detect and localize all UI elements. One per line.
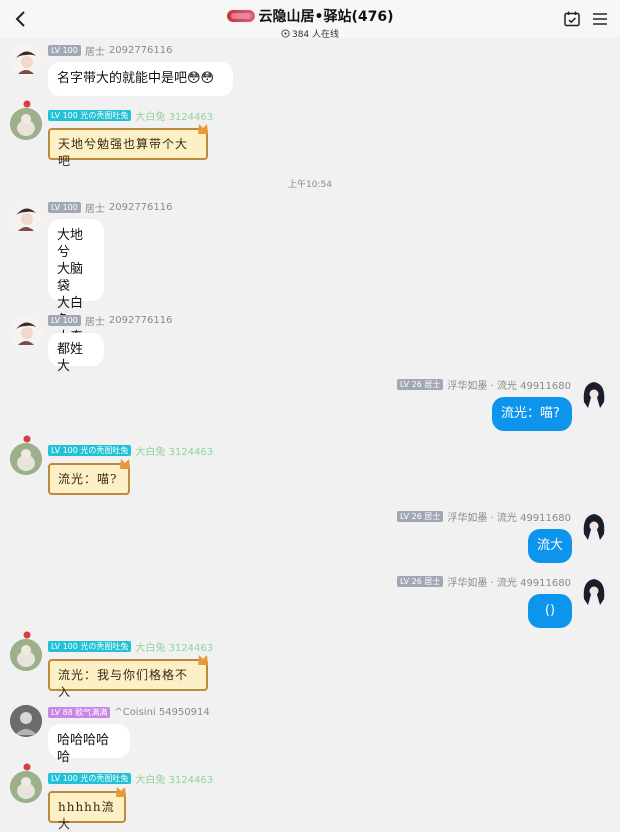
sender-name[interactable]: 2092776116 bbox=[109, 202, 173, 213]
level-badge: LV 100 光の秃图吐兔 bbox=[48, 109, 132, 121]
message-meta: LV 100 光の秃图吐兔 大白兔 3124463 bbox=[48, 639, 213, 654]
message-meta: LV 100 居士 2092776116 bbox=[48, 201, 173, 215]
message-meta: LV 26 居士 浮华如墨 · 流光 49911680 bbox=[397, 377, 571, 392]
avatar[interactable] bbox=[10, 108, 42, 140]
message-meta: LV 88 欧气满满 ^Coisini 54950914 bbox=[48, 706, 210, 718]
avatar[interactable] bbox=[578, 510, 610, 542]
avatar[interactable] bbox=[10, 705, 42, 737]
sender-name[interactable]: 大白兔 3124463 bbox=[135, 443, 213, 458]
level-badge: LV 26 居士 bbox=[397, 378, 444, 390]
avatar[interactable] bbox=[10, 44, 42, 76]
avatar[interactable] bbox=[10, 639, 42, 671]
message-text: 流光：喵? bbox=[58, 472, 118, 486]
avatar[interactable] bbox=[578, 378, 610, 410]
cat-ears-icon bbox=[198, 124, 208, 134]
level-badge: LV 100 bbox=[48, 314, 81, 326]
message-text: hhhhh流大 bbox=[58, 800, 115, 831]
message-bubble[interactable]: 流光：喵? bbox=[492, 397, 572, 431]
time-separator: 上午10:54 bbox=[288, 180, 332, 190]
sender-name[interactable]: 2092776116 bbox=[109, 315, 173, 326]
flower-badge-icon bbox=[23, 631, 31, 639]
sender-name[interactable]: ^Coisini 54950914 bbox=[114, 707, 209, 718]
online-count-text: 384 人在线 bbox=[291, 30, 340, 40]
message-bubble[interactable]: 都姓大 bbox=[48, 333, 104, 374]
cat-ears-icon bbox=[116, 787, 126, 797]
flower-badge-icon bbox=[23, 763, 31, 771]
level-badge: LV 26 居士 bbox=[397, 575, 444, 587]
message-text: 流光：我与你们格格不入 bbox=[58, 668, 189, 699]
flower-badge-icon bbox=[23, 100, 31, 108]
cat-ears-icon bbox=[198, 655, 208, 665]
title-area: 云隐山居•驿站(476) 384 人在线 bbox=[0, 6, 620, 40]
message-bubble[interactable]: () bbox=[528, 594, 572, 628]
sender-name[interactable]: 浮华如墨 · 流光 49911680 bbox=[447, 377, 571, 392]
online-status-icon bbox=[281, 29, 290, 38]
sender-name[interactable]: 大白兔 3124463 bbox=[135, 108, 213, 123]
level-badge: LV 100 光の秃图吐兔 bbox=[48, 772, 132, 784]
level-badge: LV 88 欧气满满 bbox=[48, 706, 111, 718]
scroll-message-bubble[interactable]: 天地兮勉强也算带个大吧 bbox=[48, 124, 208, 168]
message-bubble[interactable]: 流大 bbox=[528, 529, 572, 563]
avatar[interactable] bbox=[10, 771, 42, 803]
calendar-check-icon[interactable] bbox=[563, 10, 581, 28]
member-tag: 居士 bbox=[84, 316, 105, 328]
message-line: 大地兮 bbox=[57, 228, 84, 260]
member-tag: 居士 bbox=[84, 203, 105, 215]
scroll-message-bubble[interactable]: hhhhh流大 bbox=[48, 787, 126, 831]
chat-header: 云隐山居•驿站(476) 384 人在线 bbox=[0, 0, 620, 40]
sender-name[interactable]: 2092776116 bbox=[109, 45, 173, 56]
avatar[interactable] bbox=[578, 575, 610, 607]
level-badge: LV 100 光の秃图吐兔 bbox=[48, 444, 132, 456]
message-bubble[interactable]: 大地兮 大脑袋 大白兔 大秦 bbox=[48, 219, 104, 345]
menu-icon[interactable] bbox=[592, 11, 608, 27]
message-meta: LV 100 居士 2092776116 bbox=[48, 314, 173, 328]
group-badge-icon bbox=[226, 10, 255, 22]
cat-ears-icon bbox=[120, 459, 130, 469]
sender-name[interactable]: 浮华如墨 · 流光 49911680 bbox=[447, 574, 571, 589]
scroll-message-bubble[interactable]: 流光：我与你们格格不入 bbox=[48, 655, 208, 699]
level-badge: LV 100 bbox=[48, 201, 81, 213]
level-badge: LV 26 居士 bbox=[397, 510, 444, 522]
member-tag: 居士 bbox=[84, 46, 105, 58]
flower-badge-icon bbox=[23, 435, 31, 443]
chat-title[interactable]: 云隐山居•驿站(476) bbox=[259, 6, 394, 26]
message-meta: LV 100 光の秃图吐兔 大白兔 3124463 bbox=[48, 443, 213, 458]
message-meta: LV 26 居士 浮华如墨 · 流光 49911680 bbox=[397, 509, 571, 524]
sender-name[interactable]: 大白兔 3124463 bbox=[135, 771, 213, 786]
level-badge: LV 100 光の秃图吐兔 bbox=[48, 640, 132, 652]
online-count: 384 人在线 bbox=[0, 27, 620, 40]
scroll-message-bubble[interactable]: 流光：喵? bbox=[48, 459, 130, 495]
message-meta: LV 26 居士 浮华如墨 · 流光 49911680 bbox=[397, 574, 571, 589]
message-meta: LV 100 居士 2092776116 bbox=[48, 44, 173, 58]
message-meta: LV 100 光の秃图吐兔 大白兔 3124463 bbox=[48, 108, 213, 123]
avatar[interactable] bbox=[10, 315, 42, 347]
avatar[interactable] bbox=[10, 201, 42, 233]
sender-name[interactable]: 大白兔 3124463 bbox=[135, 639, 213, 654]
avatar[interactable] bbox=[10, 443, 42, 475]
message-meta: LV 100 光の秃图吐兔 大白兔 3124463 bbox=[48, 771, 213, 786]
message-bubble[interactable]: 哈哈哈哈哈 bbox=[48, 724, 130, 765]
message-text: 天地兮勉强也算带个大吧 bbox=[58, 137, 189, 168]
message-line: 大脑袋 bbox=[57, 262, 84, 294]
sender-name[interactable]: 浮华如墨 · 流光 49911680 bbox=[447, 509, 571, 524]
message-bubble[interactable]: 名字带大的就能中是吧😳😳 bbox=[48, 62, 233, 96]
level-badge: LV 100 bbox=[48, 44, 81, 56]
